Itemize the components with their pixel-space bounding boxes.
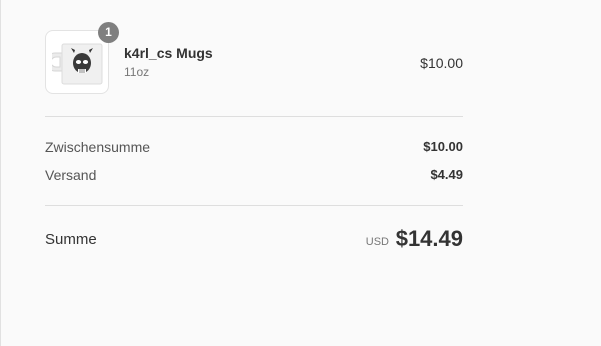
shipping-row: Versand $4.49 (45, 167, 463, 187)
line-item: 1 k4rl_cs Mugs 11oz $10.00 (45, 22, 463, 94)
total-row: Summe USD $14.49 (45, 226, 463, 256)
product-variant: 11oz (124, 65, 150, 79)
shipping-value: $4.49 (430, 167, 463, 182)
divider (45, 205, 463, 206)
order-summary-panel: 1 k4rl_cs Mugs 11oz $10.00 Zwischensumme… (0, 0, 601, 346)
total-currency: USD (365, 236, 389, 248)
total-label: Summe (45, 231, 97, 248)
mug-icon (52, 43, 103, 85)
divider (45, 116, 463, 117)
product-thumbnail: 1 (45, 22, 119, 94)
quantity-badge: 1 (98, 22, 119, 43)
shipping-label: Versand (45, 167, 97, 183)
subtotal-label: Zwischensumme (45, 139, 151, 155)
total-amount: $14.49 (395, 226, 463, 251)
subtotal-value: $10.00 (423, 139, 463, 154)
product-name: k4rl_cs Mugs (124, 45, 213, 61)
product-price: $10.00 (420, 55, 463, 71)
subtotal-row: Zwischensumme $10.00 (45, 139, 463, 159)
